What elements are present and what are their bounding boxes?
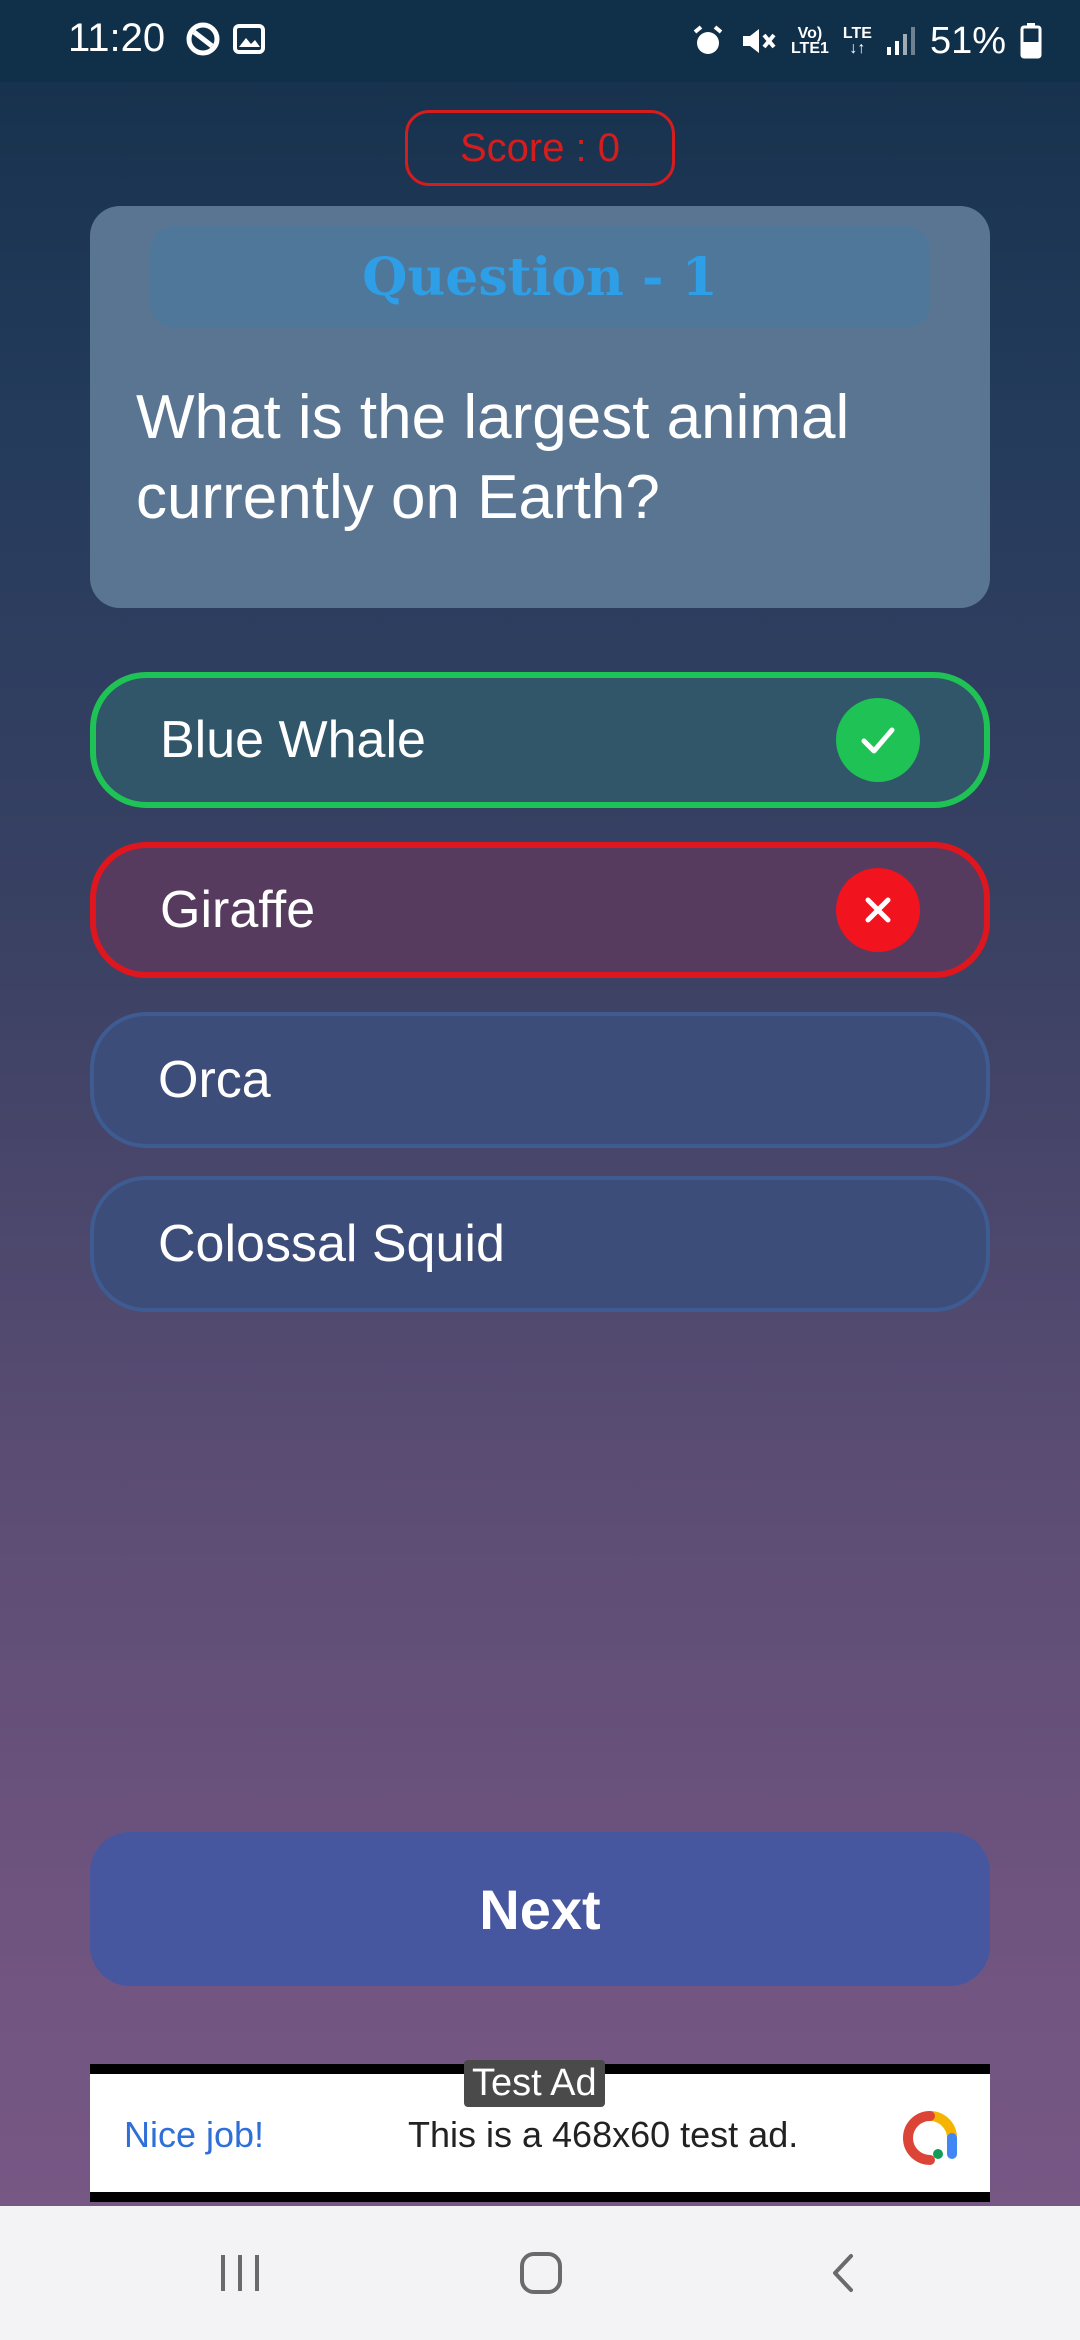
- next-button[interactable]: Next: [90, 1832, 990, 1986]
- option-colossal-squid[interactable]: Colossal Squid: [90, 1176, 990, 1312]
- ad-headline[interactable]: Nice job!: [124, 2114, 264, 2156]
- option-label: Colossal Squid: [158, 1215, 505, 1273]
- option-label: Blue Whale: [160, 711, 426, 769]
- ad-logo-icon: [902, 2111, 957, 2165]
- data-saver-icon: [186, 22, 220, 56]
- mute-icon: [742, 29, 776, 53]
- option-label: Giraffe: [160, 881, 316, 939]
- question-text: What is the largest animal currently on …: [136, 383, 850, 532]
- battery-percent: 51%: [929, 19, 1006, 62]
- score-badge: Score : 0: [405, 110, 675, 186]
- home-icon[interactable]: [506, 2238, 576, 2308]
- lte-indicator: LTE ↓↑: [842, 25, 872, 57]
- recent-apps-icon[interactable]: [205, 2238, 275, 2308]
- alarm-icon: [693, 25, 723, 54]
- option-giraffe[interactable]: Giraffe: [90, 842, 990, 978]
- battery-icon: [1020, 23, 1042, 59]
- system-nav-bar: [0, 2206, 1080, 2340]
- signal-icon: [886, 27, 915, 55]
- option-blue-whale[interactable]: Blue Whale: [90, 672, 990, 808]
- question-header: Question - 1: [150, 226, 930, 328]
- volte-indicator: Vo) LTE1: [790, 25, 829, 57]
- option-label: Orca: [158, 1051, 271, 1109]
- status-bar: 11:20 Vo) LTE1 LTE ↓↑ 51%: [0, 0, 1080, 82]
- check-icon: [836, 698, 920, 782]
- ad-banner[interactable]: Test Ad Nice job! This is a 468x60 test …: [90, 2060, 990, 2202]
- ad-text[interactable]: This is a 468x60 test ad.: [408, 2114, 798, 2156]
- status-time: 11:20: [68, 16, 166, 60]
- question-card: Question - 1 What is the largest animal …: [90, 206, 990, 608]
- gallery-icon: [233, 24, 265, 54]
- option-orca[interactable]: Orca: [90, 1012, 990, 1148]
- data-arrows-icon: ↓↑: [849, 40, 866, 57]
- status-right: Vo) LTE1 LTE ↓↑ 51%: [691, 16, 1042, 66]
- back-icon[interactable]: [808, 2238, 878, 2308]
- ad-badge: Test Ad: [464, 2060, 605, 2107]
- close-icon: [836, 868, 920, 952]
